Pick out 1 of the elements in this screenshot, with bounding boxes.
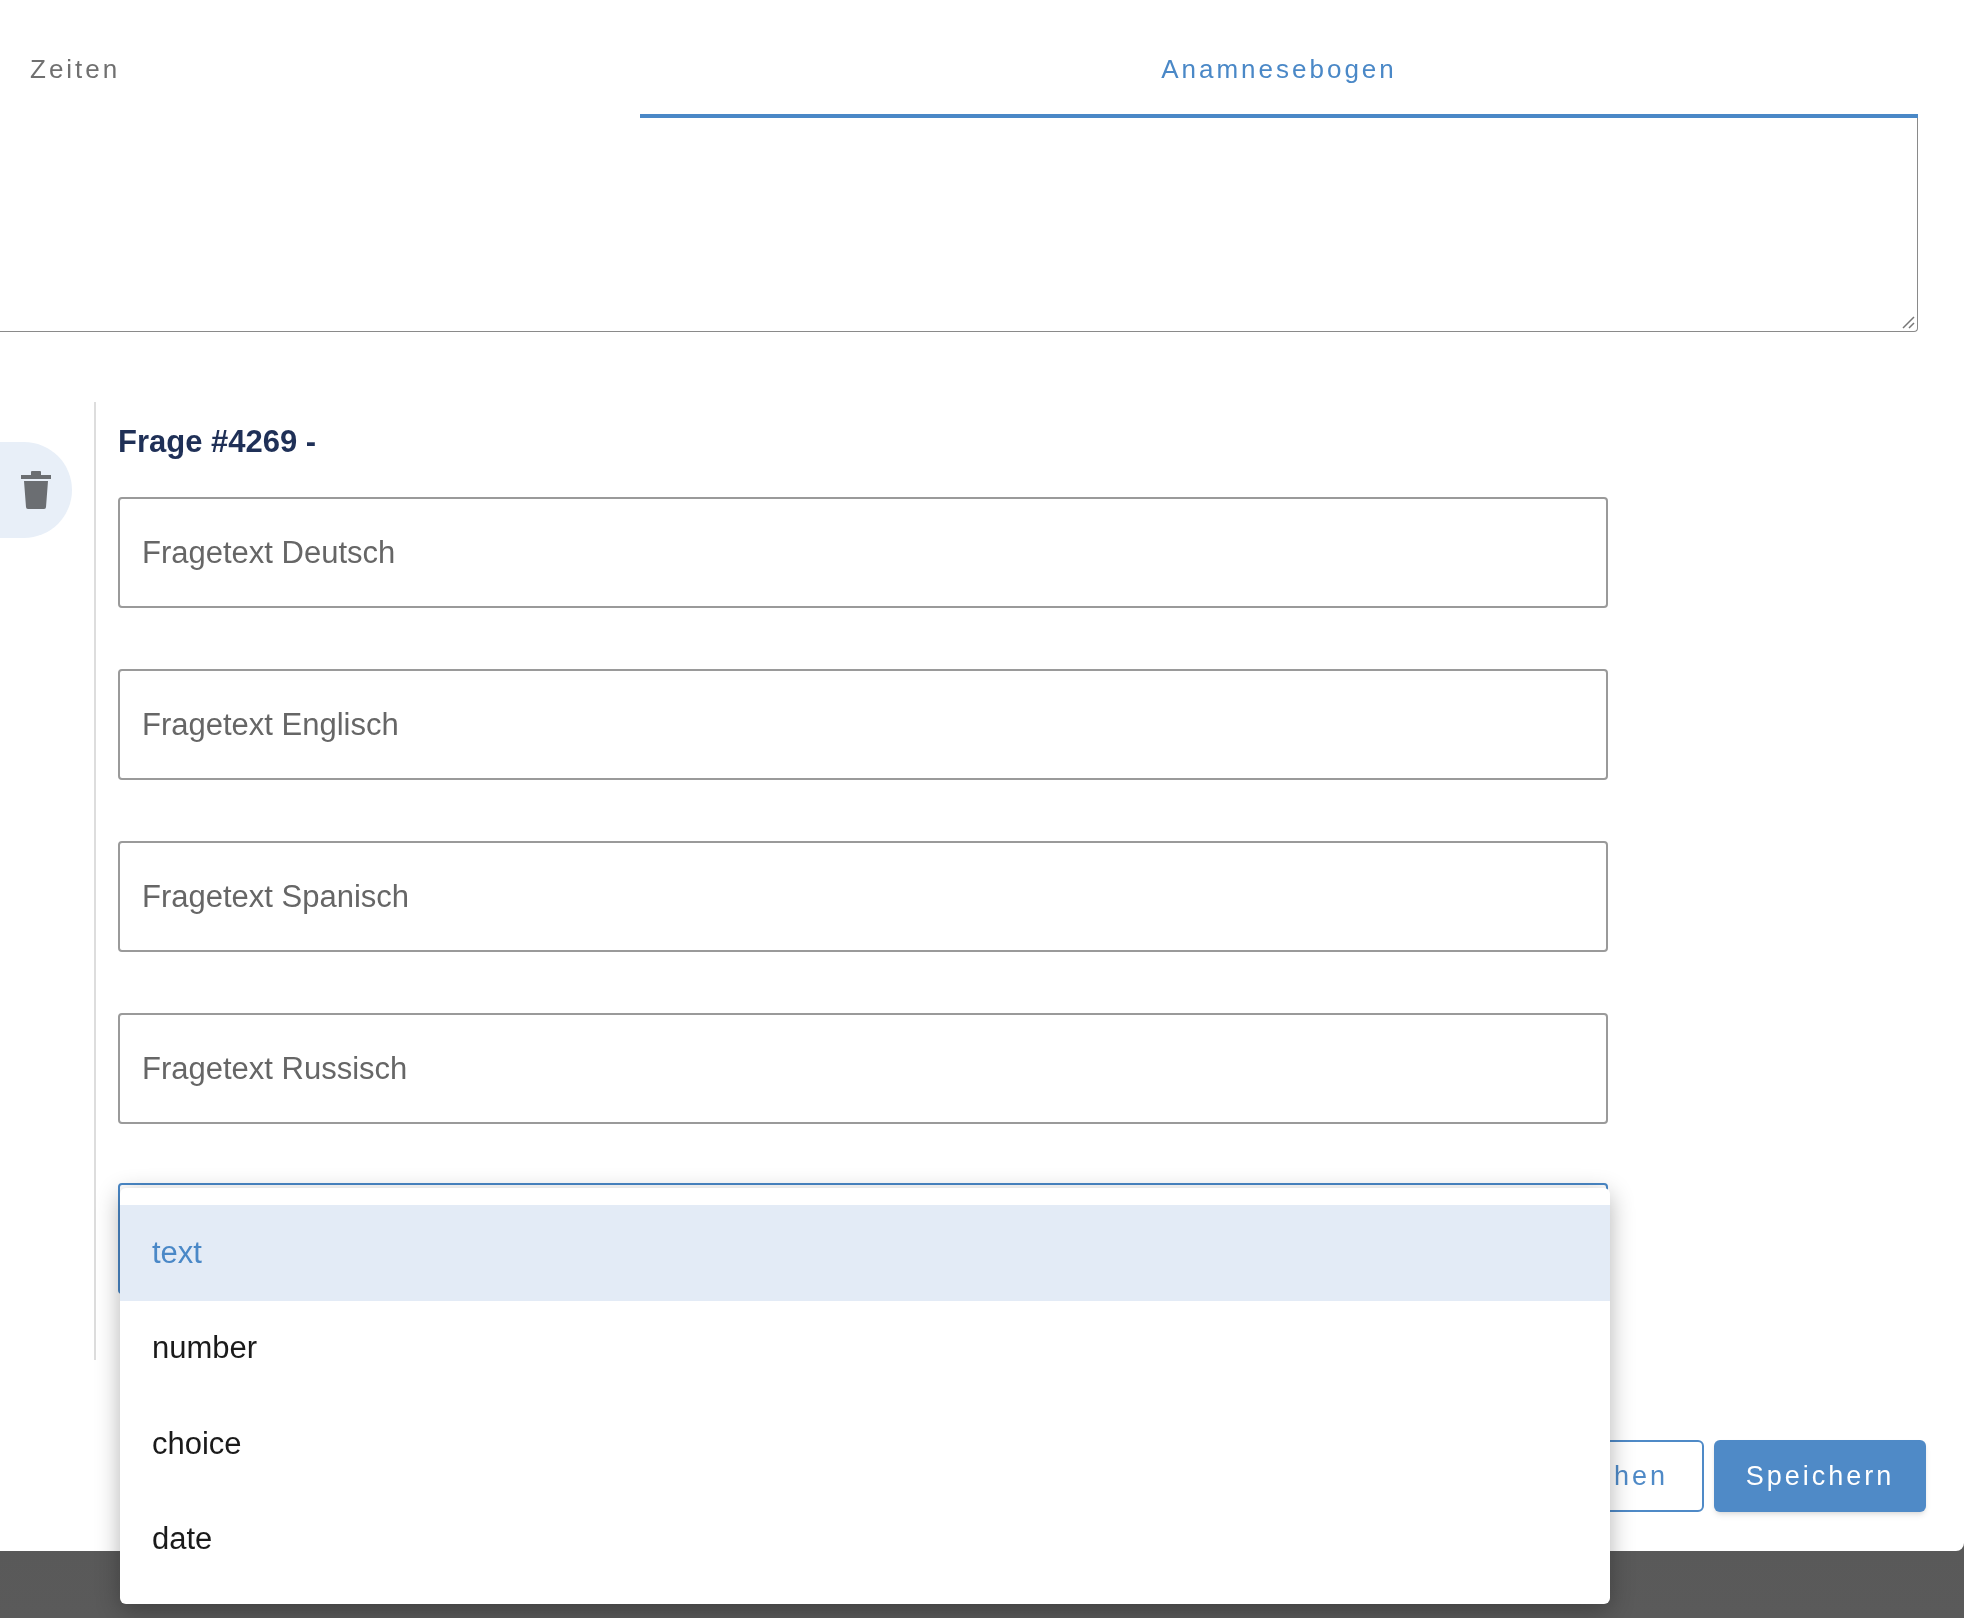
question-title: Frage #4269 - — [118, 423, 318, 461]
